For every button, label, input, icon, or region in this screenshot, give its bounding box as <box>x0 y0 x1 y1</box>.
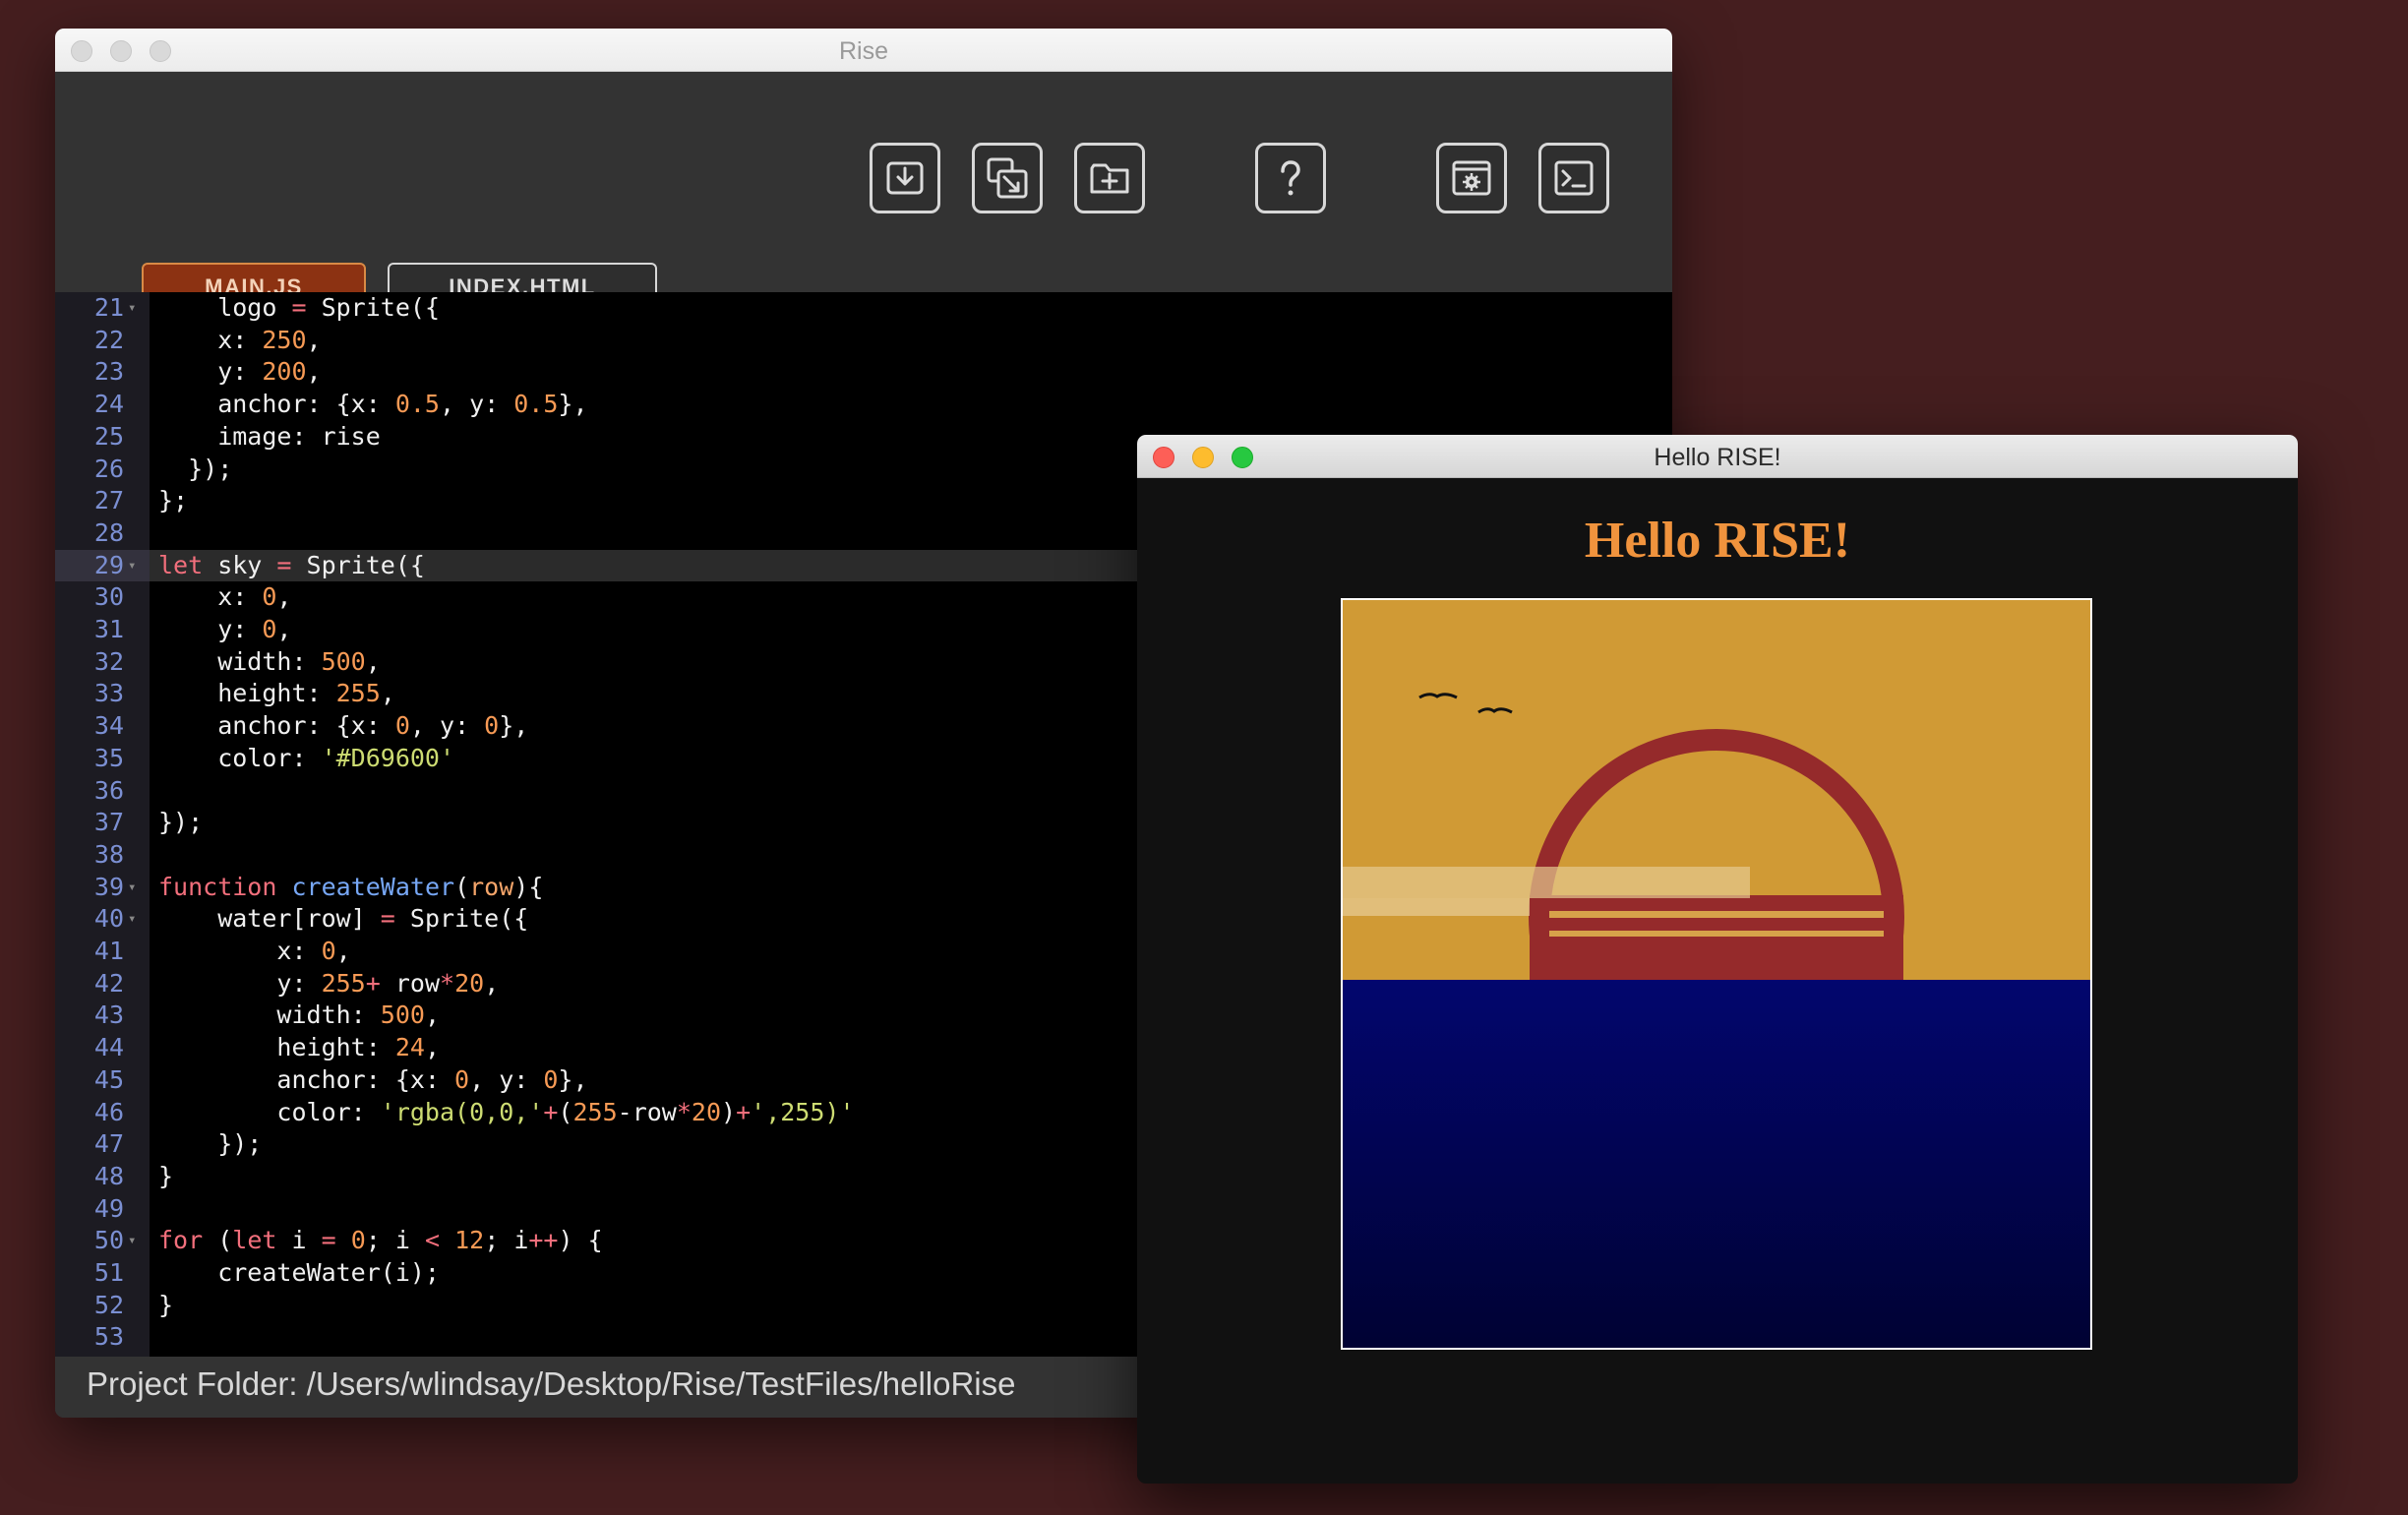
line-number: 37 <box>93 808 124 837</box>
new-folder-icon <box>1090 163 1129 194</box>
code-text: let sky = Sprite({ <box>158 550 425 579</box>
line-number: 44 <box>93 1033 124 1062</box>
editor-window-title: Rise <box>838 37 888 65</box>
line-number: 48 <box>93 1161 124 1190</box>
fold-arrow-icon[interactable]: ▾ <box>128 550 136 581</box>
line-number: 26 <box>93 454 124 483</box>
code-text: width: 500, <box>158 646 381 676</box>
line-number: 27 <box>93 486 124 515</box>
line-number: 43 <box>93 1000 124 1030</box>
export-icon <box>987 157 1028 199</box>
line-number: 33 <box>93 679 124 708</box>
fold-arrow-icon[interactable]: ▾ <box>128 872 136 903</box>
line-number: 52 <box>93 1290 124 1319</box>
fold-arrow-icon[interactable]: ▾ <box>128 292 136 324</box>
line-number: 50 <box>93 1226 124 1255</box>
code-text: anchor: {x: 0, y: 0}, <box>158 1064 588 1094</box>
line-number: 24 <box>93 390 124 419</box>
line-number: 35 <box>93 743 124 772</box>
line-number: 32 <box>93 646 124 676</box>
line-number: 23 <box>93 357 124 387</box>
code-text: } <box>158 1290 174 1319</box>
line-number: 51 <box>93 1258 124 1287</box>
terminal-icon <box>1554 160 1594 196</box>
code-text: logo = Sprite({ <box>158 293 440 322</box>
code-text: x: 250, <box>158 325 322 354</box>
cloud <box>1343 898 1530 916</box>
code-text: }; <box>158 486 189 515</box>
rise-scene <box>1343 600 2090 1348</box>
editor-toolbar: MAIN.JS INDEX.HTML <box>55 72 1672 318</box>
code-text: y: 255+ row*20, <box>158 968 500 998</box>
line-number: 46 <box>93 1097 124 1126</box>
line-number: 53 <box>93 1322 124 1352</box>
code-line[interactable]: 23 y: 200, <box>55 356 1672 388</box>
line-number: 41 <box>93 937 124 965</box>
line-number: 28 <box>93 517 124 547</box>
code-text: }); <box>158 1129 263 1159</box>
code-text: }); <box>158 808 204 837</box>
code-text: color: 'rgba(0,0,'+(255-row*20)+',255)' <box>158 1097 855 1126</box>
terminal-button[interactable] <box>1538 143 1609 213</box>
code-text: for (let i = 0; i < 12; i++) { <box>158 1226 603 1255</box>
code-text: } <box>158 1161 174 1190</box>
line-number: 38 <box>93 839 124 869</box>
code-text: createWater(i); <box>158 1258 440 1287</box>
fold-arrow-icon[interactable]: ▾ <box>128 903 136 935</box>
help-icon <box>1281 160 1300 196</box>
game-canvas[interactable] <box>1341 598 2092 1350</box>
code-text: y: 200, <box>158 357 322 387</box>
export-button[interactable] <box>972 143 1043 213</box>
line-number: 42 <box>93 968 124 998</box>
line-number: 29 <box>93 550 124 579</box>
settings-window-button[interactable] <box>1436 143 1507 213</box>
code-line[interactable]: 21 ▾ logo = Sprite({ <box>55 292 1672 324</box>
preview-window-title: Hello RISE! <box>1654 444 1781 471</box>
line-number: 34 <box>93 711 124 741</box>
cloud <box>1343 867 1750 898</box>
code-text: color: '#D69600' <box>158 743 455 772</box>
code-line[interactable]: 24 anchor: {x: 0.5, y: 0.5}, <box>55 389 1672 420</box>
code-text: }); <box>158 454 233 483</box>
preview-window: Hello RISE! Hello RISE! <box>1137 435 2298 1484</box>
new-folder-button[interactable] <box>1074 143 1145 213</box>
line-number: 36 <box>93 775 124 805</box>
line-number: 31 <box>93 615 124 643</box>
line-number: 47 <box>93 1129 124 1159</box>
code-text: width: 500, <box>158 1000 440 1030</box>
download-button[interactable] <box>870 143 940 213</box>
preview-heading: Hello RISE! <box>1584 513 1851 569</box>
editor-titlebar[interactable]: Rise <box>55 29 1672 72</box>
code-text: function createWater(row){ <box>158 872 544 901</box>
line-number: 40 <box>93 904 124 934</box>
fold-arrow-icon[interactable]: ▾ <box>128 1225 136 1256</box>
line-number: 21 <box>93 293 124 322</box>
code-text: anchor: {x: 0, y: 0}, <box>158 711 529 741</box>
line-number: 30 <box>93 582 124 612</box>
line-number: 22 <box>93 325 124 354</box>
code-text: x: 0, <box>158 937 351 965</box>
line-number: 25 <box>93 421 124 451</box>
line-number: 39 <box>93 872 124 901</box>
download-icon <box>886 161 924 195</box>
code-text: y: 0, <box>158 615 292 643</box>
code-text: water[row] = Sprite({ <box>158 904 529 934</box>
code-text: height: 24, <box>158 1033 440 1062</box>
code-text: image: rise <box>158 421 381 451</box>
water <box>1343 980 2090 1348</box>
line-number: 45 <box>93 1064 124 1094</box>
settings-window-icon <box>1452 160 1491 196</box>
preview-titlebar[interactable]: Hello RISE! <box>1137 435 2298 478</box>
code-line[interactable]: 22 x: 250, <box>55 325 1672 356</box>
code-text: x: 0, <box>158 582 292 612</box>
code-text: anchor: {x: 0.5, y: 0.5}, <box>158 390 588 419</box>
code-text: height: 255, <box>158 679 395 708</box>
line-number: 49 <box>93 1193 124 1223</box>
help-button[interactable] <box>1255 143 1326 213</box>
